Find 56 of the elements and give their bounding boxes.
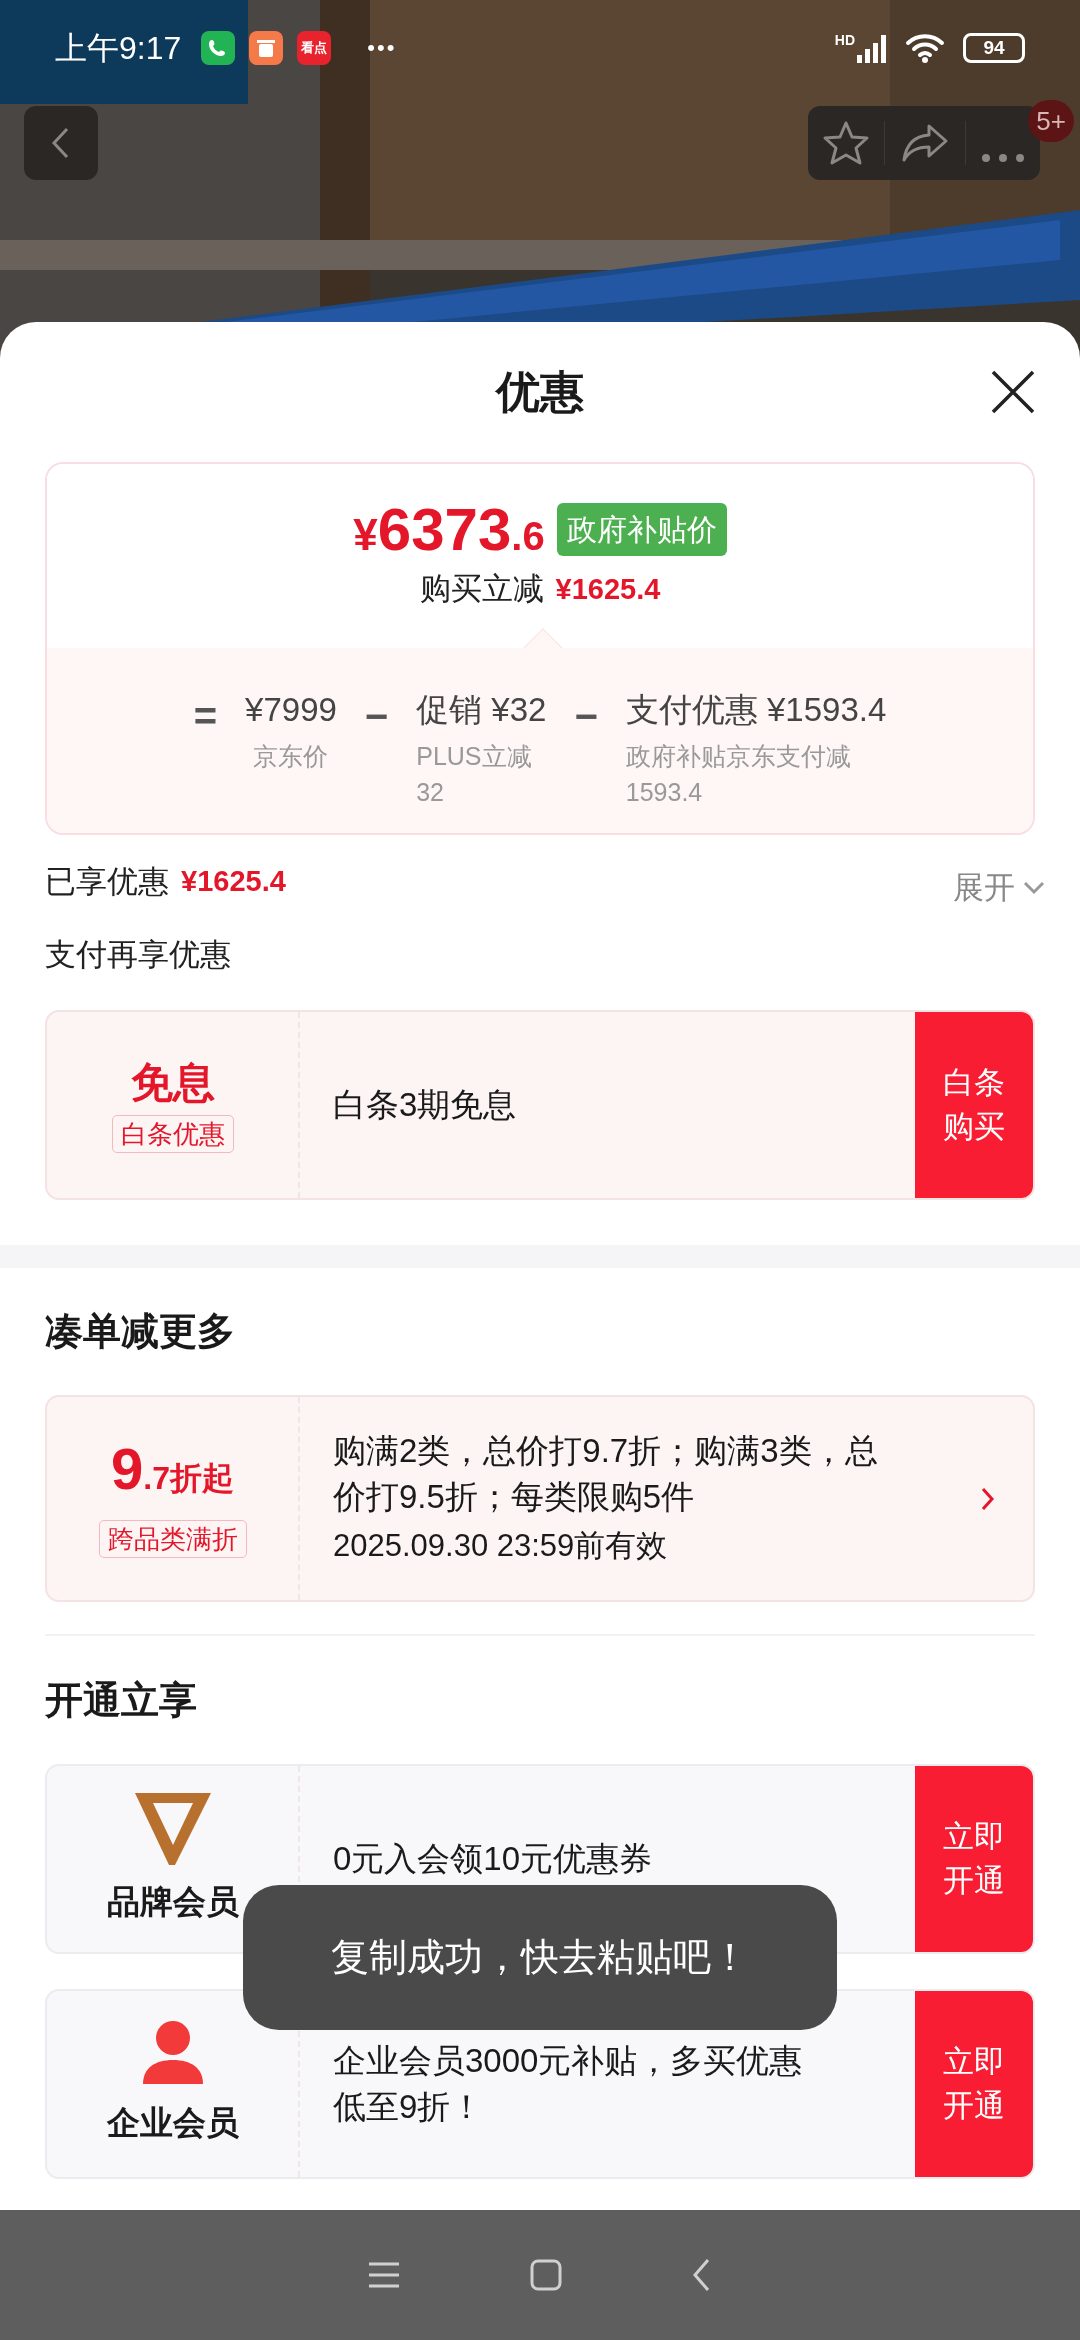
offer-tag: 白条优惠 [111, 1115, 234, 1153]
offer-description: 0元入会领10元优惠券 [333, 1839, 654, 1879]
more-notifications: ••• [367, 34, 397, 62]
phone-icon [201, 30, 236, 65]
price-subtitle: 购买立减 [419, 569, 544, 608]
breakdown-caption: 政府补贴京东支付减 1593.4 [625, 741, 852, 808]
expand-toggle[interactable]: 展开 [953, 864, 1045, 912]
discount-rate: 9.7折起 [111, 1439, 234, 1503]
final-price: ¥6373.6 [353, 499, 545, 560]
offer-action-button[interactable]: 立即 开通 [915, 1991, 1033, 2177]
offer-validity: 2025.09.30 23:59前有效 [333, 1526, 669, 1565]
offer-title: 免息 [130, 1058, 215, 1108]
v-logo-icon [132, 1791, 213, 1868]
network-label: HD [834, 31, 855, 50]
section-heading: 凑单减更多 [45, 1309, 235, 1354]
more-icon [981, 153, 1025, 163]
discount-amount: ¥1625.4 [555, 571, 661, 607]
share-icon [901, 123, 949, 163]
breakdown-caption: 京东价 [253, 741, 329, 772]
battery-level: 94 [983, 38, 1005, 57]
offer-description: 白条3期免息 [333, 1085, 518, 1125]
breakdown-amount: 促销 ¥32 [416, 690, 547, 730]
person-icon [140, 2020, 205, 2085]
breakdown-caption: PLUS立减 32 [416, 741, 533, 808]
price-tag: 政府补贴价 [556, 503, 727, 557]
chevron-right-icon [981, 1486, 995, 1511]
breakdown-amount: ¥7999 [245, 690, 337, 730]
enjoyed-amount: ¥1625.4 [181, 864, 286, 900]
app-icon: 看点 [297, 30, 332, 65]
menu-icon[interactable] [368, 2261, 400, 2289]
trash-icon [249, 30, 284, 65]
offer-description: 企业会员3000元补贴，多买优惠 低至9折！ [333, 2041, 804, 2127]
section-heading: 开通立享 [45, 1677, 197, 1723]
breakdown-amount: 支付优惠 ¥1593.4 [625, 690, 887, 730]
close-button[interactable] [991, 370, 1035, 414]
back-button[interactable] [24, 106, 98, 180]
offer-tag: 跨品类满折 [98, 1520, 247, 1558]
back-icon[interactable] [692, 2258, 712, 2292]
operator-sign: = [193, 696, 218, 740]
home-icon[interactable] [530, 2259, 562, 2291]
operator-sign: − [574, 696, 598, 740]
toast-message: 复制成功，快去粘贴吧！ [243, 1885, 837, 2030]
offer-description: 购满2类，总价打9.7折；购满3类，总 价打9.5折；每类限购5件 [333, 1430, 879, 1517]
chevron-down-icon [1023, 881, 1045, 895]
status-time: 上午9:17 [55, 28, 182, 68]
close-icon [991, 370, 1035, 414]
offer-action-button[interactable]: 立即 开通 [915, 1766, 1033, 1952]
star-icon [822, 120, 870, 166]
sheet-title: 优惠 [496, 366, 584, 418]
wifi-icon [905, 31, 945, 64]
section-heading: 支付再享优惠 [45, 935, 231, 974]
operator-sign: − [364, 696, 389, 740]
member-title: 品牌会员 [106, 1882, 239, 1923]
enjoyed-label: 已享优惠 [45, 862, 169, 901]
member-title: 企业会员 [106, 2103, 239, 2144]
offer-action-button[interactable]: 白条 购买 [915, 1012, 1033, 1198]
